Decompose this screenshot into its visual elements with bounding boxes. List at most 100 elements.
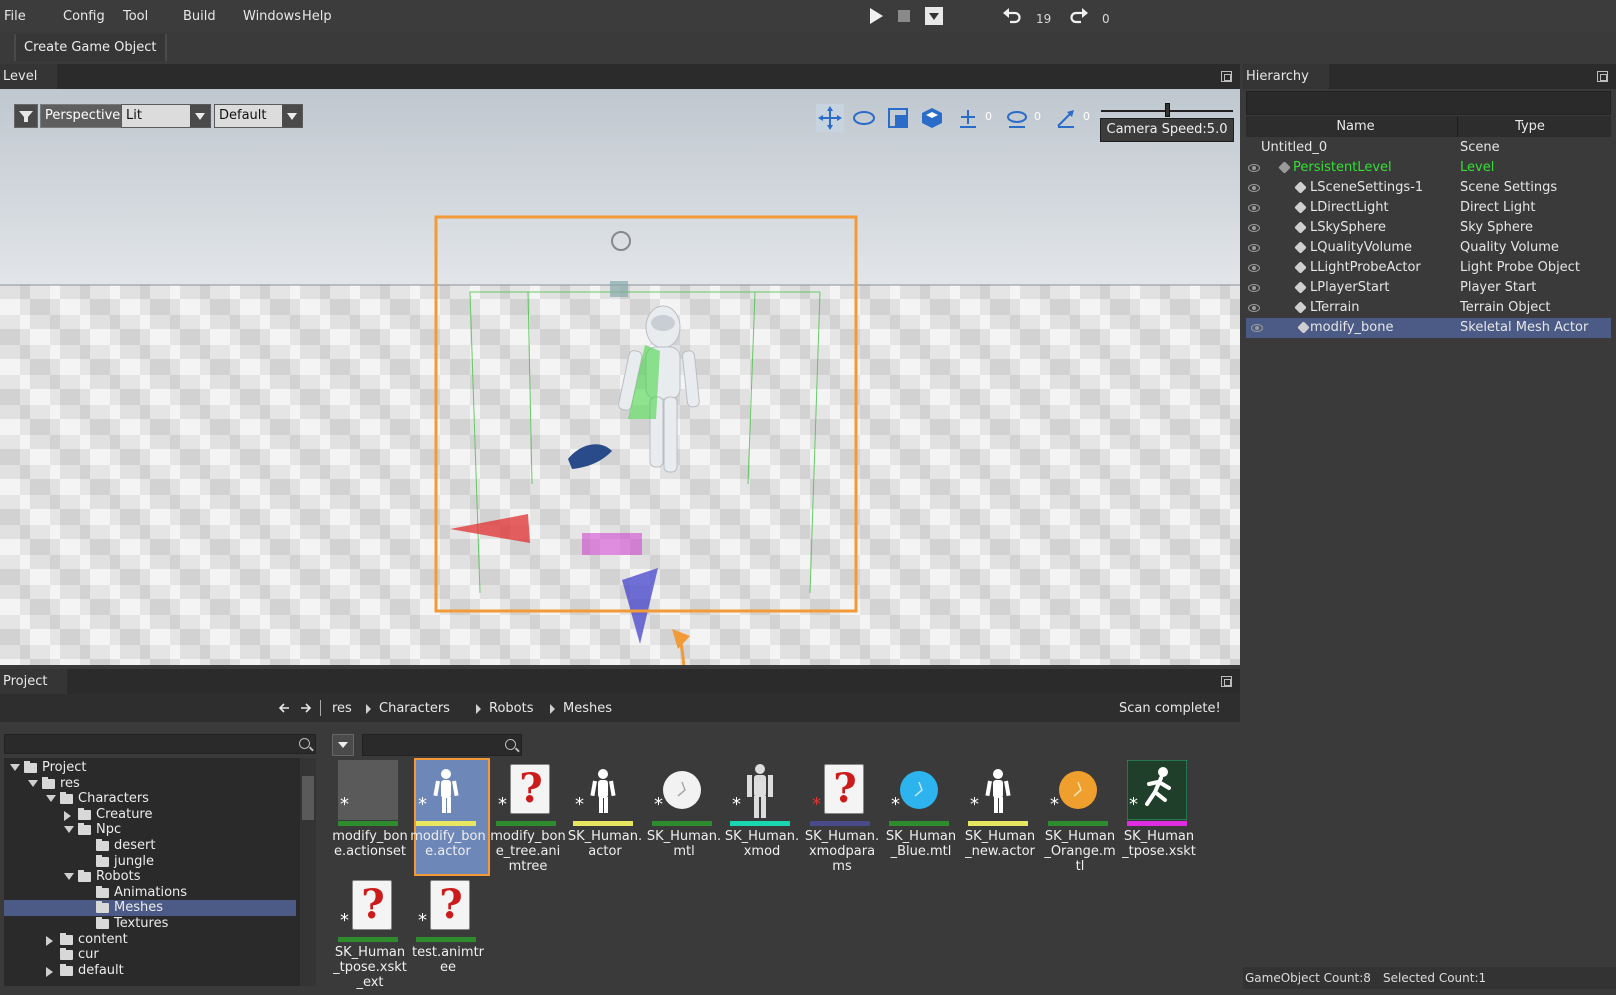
expand-down-icon[interactable] <box>64 873 74 881</box>
visibility-eye-icon[interactable] <box>1248 284 1260 292</box>
hierarchy-row[interactable]: LTerrain Terrain Object <box>1243 298 1616 318</box>
asset-search-input[interactable] <box>362 734 522 756</box>
tree-node[interactable]: jungle <box>4 854 296 870</box>
asset-tile[interactable]: * modify_bone.actor <box>410 758 490 876</box>
level-viewport[interactable]: Perspective Lit Default 0 0 0 Camera Spe… <box>0 89 1240 665</box>
visibility-eye-icon[interactable] <box>1248 204 1260 212</box>
rotate-snap-icon[interactable] <box>1003 104 1031 132</box>
scale-snap-icon[interactable] <box>1052 104 1080 132</box>
column-name[interactable]: Name <box>1254 116 1458 137</box>
breadcrumb-characters[interactable]: Characters <box>379 701 450 716</box>
tree-node[interactable]: Meshes <box>4 900 296 917</box>
menu-file[interactable]: File <box>4 9 26 24</box>
expand-down-icon[interactable] <box>46 795 56 803</box>
tree-node[interactable]: Npc <box>4 822 296 838</box>
project-tab[interactable]: Project <box>0 669 68 694</box>
visibility-eye-icon[interactable] <box>1248 184 1260 192</box>
expand-down-icon[interactable] <box>10 764 20 771</box>
visibility-eye-icon[interactable] <box>1248 244 1260 252</box>
tree-node[interactable]: desert <box>4 838 296 854</box>
hierarchy-tab[interactable]: Hierarchy <box>1243 64 1329 89</box>
menu-help[interactable]: Help <box>302 9 332 24</box>
column-type[interactable]: Type <box>1459 116 1601 137</box>
rotate-tool-icon[interactable] <box>850 104 878 132</box>
tree-node[interactable]: cur <box>4 947 296 963</box>
stop-icon[interactable] <box>894 5 914 27</box>
level-tab[interactable]: Level <box>0 64 58 89</box>
create-game-object-button[interactable]: Create Game Object <box>14 34 167 61</box>
hierarchy-row[interactable]: Untitled_0 Scene <box>1243 138 1616 158</box>
tree-node[interactable]: Characters <box>4 791 296 807</box>
asset-filter-dropdown[interactable] <box>332 734 354 756</box>
tree-node[interactable]: res <box>4 776 296 792</box>
asset-tile[interactable]: * SK_Human_new.actor <box>962 760 1038 872</box>
hierarchy-row[interactable]: LSceneSettings-1 Scene Settings <box>1243 178 1616 198</box>
world-space-icon[interactable] <box>918 104 946 132</box>
scale-tool-icon[interactable] <box>884 104 912 132</box>
hierarchy-row[interactable]: LDirectLight Direct Light <box>1243 198 1616 218</box>
hierarchy-row[interactable]: LSkySphere Sky Sphere <box>1243 218 1616 238</box>
breadcrumb-meshes[interactable]: Meshes <box>563 701 612 716</box>
tree-node[interactable]: Project <box>4 760 296 776</box>
tree-node[interactable]: Creature <box>4 807 296 823</box>
viewport-filter-button[interactable] <box>14 104 38 128</box>
asset-tile[interactable]: ? * SK_Human_tpose.xskt_ext <box>332 876 408 990</box>
layout-select[interactable]: Default <box>214 104 303 128</box>
asset-tile[interactable]: * SK_Human_Orange.mtl <box>1042 760 1118 874</box>
asset-tile[interactable]: ? * modify_bone_tree.animtree <box>490 760 566 874</box>
pin-icon[interactable] <box>1221 71 1232 82</box>
tree-node[interactable]: Animations <box>4 885 296 901</box>
asset-tile[interactable]: * SK_Human_Blue.mtl <box>883 760 959 872</box>
expand-down-icon[interactable] <box>28 779 38 787</box>
visibility-eye-icon[interactable] <box>1248 224 1260 232</box>
asset-tile[interactable]: * SK_Human_tpose.xskt <box>1121 759 1197 872</box>
menu-build[interactable]: Build <box>183 9 216 24</box>
asset-tile[interactable]: * SK_Human.xmod <box>724 760 800 872</box>
hierarchy-row[interactable]: modify_bone Skeletal Mesh Actor <box>1246 318 1611 338</box>
pin-icon[interactable] <box>1221 676 1232 687</box>
hierarchy-search-input[interactable] <box>1246 91 1611 115</box>
breadcrumb-robots[interactable]: Robots <box>489 701 533 716</box>
tree-node[interactable]: default <box>4 963 296 979</box>
undo-icon[interactable] <box>1002 5 1022 27</box>
shading-select[interactable]: Lit <box>121 104 211 128</box>
move-tool-icon[interactable] <box>816 104 844 132</box>
forward-arrow-icon[interactable] <box>300 702 312 714</box>
expand-right-icon[interactable] <box>46 966 53 977</box>
search-icon[interactable] <box>299 738 310 749</box>
tree-node[interactable]: content <box>4 932 296 948</box>
visibility-eye-icon[interactable] <box>1251 324 1263 332</box>
hierarchy-row[interactable]: LQualityVolume Quality Volume <box>1243 238 1616 258</box>
move-snap-icon[interactable] <box>954 104 982 132</box>
visibility-eye-icon[interactable] <box>1248 304 1260 312</box>
project-tree-search-input[interactable] <box>4 734 316 754</box>
visibility-eye-icon[interactable] <box>1248 264 1260 272</box>
expand-down-icon[interactable] <box>64 826 74 834</box>
tree-scroll-thumb[interactable] <box>302 776 314 820</box>
play-options-dropdown-icon[interactable] <box>924 5 944 27</box>
play-icon[interactable] <box>866 5 886 27</box>
pin-icon[interactable] <box>1597 71 1608 82</box>
expand-right-icon[interactable] <box>64 810 71 821</box>
asset-tile[interactable]: ? * test.animtree <box>410 876 486 988</box>
breadcrumb-res[interactable]: res <box>332 701 352 716</box>
search-icon[interactable] <box>505 739 516 750</box>
asset-tile[interactable]: * SK_Human.actor <box>567 760 643 872</box>
visibility-eye-icon[interactable] <box>1248 164 1260 172</box>
asset-tile[interactable]: * SK_Human.mtl <box>646 760 722 872</box>
tree-scrollbar[interactable] <box>300 758 316 986</box>
menu-config[interactable]: Config <box>63 9 105 24</box>
perspective-button[interactable]: Perspective <box>40 104 126 128</box>
asset-tile[interactable]: ? * SK_Human.xmodparams <box>804 760 880 874</box>
tree-node[interactable]: Robots <box>4 869 296 885</box>
hierarchy-row[interactable]: LLightProbeActor Light Probe Object <box>1243 258 1616 278</box>
camera-speed-thumb[interactable] <box>1165 103 1170 117</box>
expand-right-icon[interactable] <box>46 935 53 946</box>
hierarchy-row[interactable]: LPlayerStart Player Start <box>1243 278 1616 298</box>
menu-windows[interactable]: Windows <box>243 9 301 24</box>
redo-icon[interactable] <box>1069 5 1089 27</box>
menu-tool[interactable]: Tool <box>123 9 148 24</box>
tree-node[interactable]: Textures <box>4 916 296 932</box>
back-arrow-icon[interactable] <box>278 702 290 714</box>
hierarchy-row[interactable]: PersistentLevel Level <box>1243 158 1616 178</box>
